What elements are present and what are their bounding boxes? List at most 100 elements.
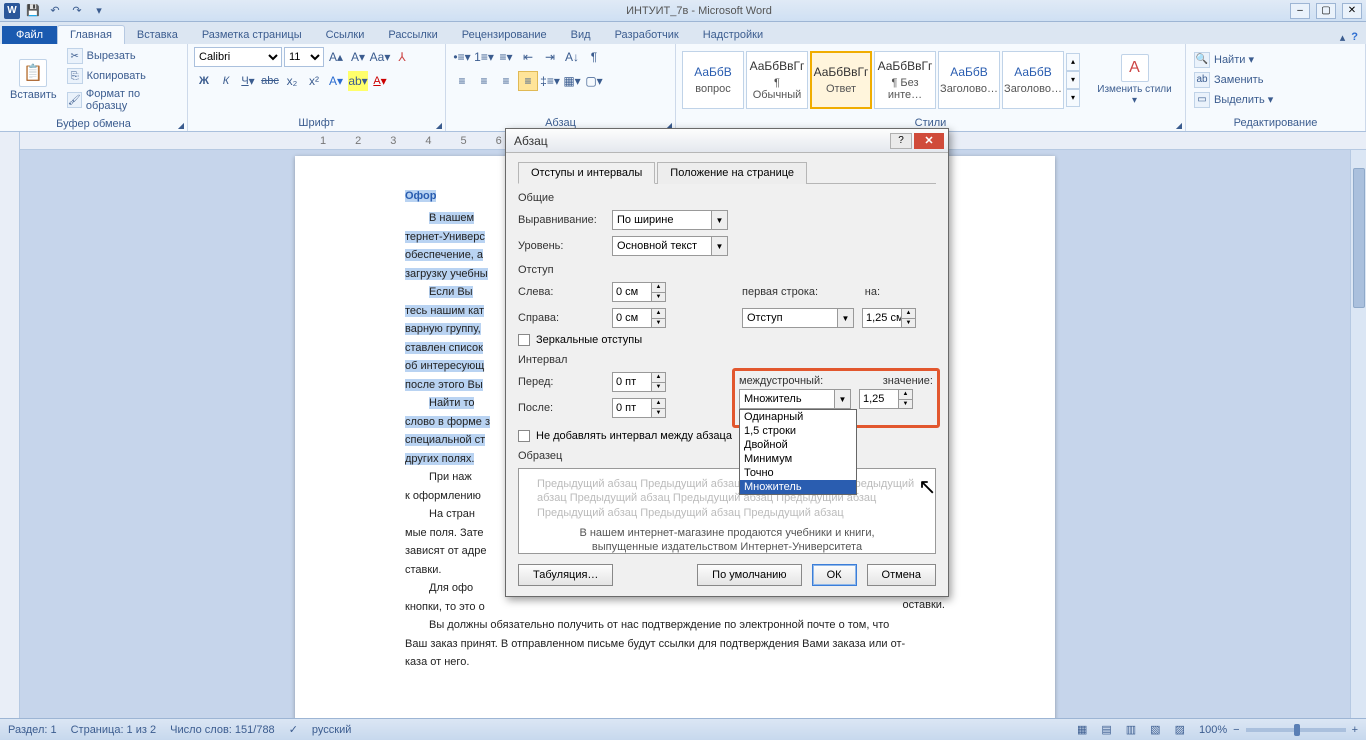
align-right-icon[interactable]: ≡ — [496, 71, 516, 91]
superscript-icon[interactable]: x² — [304, 71, 324, 91]
highlight-icon[interactable]: ab▾ — [348, 71, 368, 91]
dropdown-option[interactable]: Двойной — [740, 438, 856, 452]
style-item[interactable]: АаБбВвГг¶ Обычный — [746, 51, 808, 109]
save-icon[interactable]: 💾 — [24, 2, 42, 20]
change-case-icon[interactable]: Aa▾ — [370, 47, 390, 67]
tabulation-button[interactable]: Табуляция… — [518, 564, 613, 586]
view-read-icon[interactable]: ▤ — [1101, 723, 1111, 736]
default-button[interactable]: По умолчанию — [697, 564, 801, 586]
shrink-font-icon[interactable]: A▾ — [348, 47, 368, 67]
numbering-icon[interactable]: 1≡▾ — [474, 47, 494, 67]
redo-icon[interactable]: ↷ — [68, 2, 86, 20]
font-name-combo[interactable]: Calibri — [194, 47, 282, 67]
underline-icon[interactable]: Ч▾ — [238, 71, 258, 91]
zoom-thumb[interactable] — [1294, 724, 1300, 736]
increase-indent-icon[interactable]: ⇥ — [540, 47, 560, 67]
tab-addins[interactable]: Надстройки — [691, 26, 775, 44]
spin-up-icon[interactable]: ▲ — [899, 390, 912, 400]
spin-down-icon[interactable]: ▼ — [899, 400, 912, 409]
view-print-icon[interactable]: ▦ — [1077, 723, 1087, 736]
format-painter-button[interactable]: 🖌Формат по образцу — [65, 87, 181, 113]
clear-formatting-icon[interactable]: ⅄ — [392, 47, 412, 67]
mirror-indents-check[interactable]: Зеркальные отступы — [518, 334, 936, 346]
spin-down-icon[interactable]: ▼ — [652, 409, 665, 418]
linespacing-combo[interactable]: Множитель▼ — [739, 389, 851, 409]
dialog-help-button[interactable]: ? — [890, 133, 912, 149]
dropdown-option[interactable]: Одинарный — [740, 410, 856, 424]
status-language[interactable]: русский — [312, 724, 351, 736]
dropdown-option[interactable]: Минимум — [740, 452, 856, 466]
maximize-button[interactable]: ▢ — [1316, 3, 1336, 19]
tab-view[interactable]: Вид — [559, 26, 603, 44]
minimize-button[interactable]: – — [1290, 3, 1310, 19]
subscript-icon[interactable]: x₂ — [282, 71, 302, 91]
spin-down-icon[interactable]: ▼ — [652, 319, 665, 328]
spellcheck-icon[interactable]: ✓ — [289, 723, 298, 736]
italic-icon[interactable]: К — [216, 71, 236, 91]
spin-up-icon[interactable]: ▲ — [652, 309, 665, 319]
linespacing-dropdown[interactable]: Одинарный 1,5 строки Двойной Минимум Точ… — [739, 409, 857, 495]
justify-icon[interactable]: ≡ — [518, 71, 538, 91]
spin-up-icon[interactable]: ▲ — [902, 309, 915, 319]
style-item[interactable]: АаБбВЗаголово… — [938, 51, 1000, 109]
view-web-icon[interactable]: ▥ — [1126, 723, 1136, 736]
font-color-icon[interactable]: A▾ — [370, 71, 390, 91]
dropdown-option-selected[interactable]: Множитель — [740, 480, 856, 494]
line-spacing-icon[interactable]: ‡≡▾ — [540, 71, 560, 91]
help-icon[interactable]: ? — [1351, 31, 1358, 44]
scrollbar-thumb[interactable] — [1353, 168, 1365, 308]
styles-scroll[interactable]: ▴▾▾ — [1066, 53, 1080, 107]
spin-down-icon[interactable]: ▼ — [652, 293, 665, 302]
spin-down-icon[interactable]: ▼ — [902, 319, 915, 328]
tab-references[interactable]: Ссылки — [314, 26, 377, 44]
copy-button[interactable]: ⎘Копировать — [65, 67, 181, 85]
dropdown-option[interactable]: Точно — [740, 466, 856, 480]
spin-down-icon[interactable]: ▼ — [652, 383, 665, 392]
close-button[interactable]: ✕ — [1342, 3, 1362, 19]
find-button[interactable]: 🔍Найти ▾ — [1192, 51, 1275, 69]
style-item-selected[interactable]: АаБбВвГгОтвет — [810, 51, 872, 109]
view-outline-icon[interactable]: ▧ — [1150, 723, 1160, 736]
more-icon[interactable]: ▾ — [1066, 89, 1080, 107]
tab-mailings[interactable]: Рассылки — [376, 26, 449, 44]
font-size-combo[interactable]: 11 — [284, 47, 324, 67]
tab-insert[interactable]: Вставка — [125, 26, 190, 44]
value-spin[interactable]: 1,25▲▼ — [859, 389, 913, 409]
sort-icon[interactable]: A↓ — [562, 47, 582, 67]
tab-developer[interactable]: Разработчик — [603, 26, 691, 44]
status-section[interactable]: Раздел: 1 — [8, 724, 57, 736]
borders-icon[interactable]: ▢▾ — [584, 71, 604, 91]
undo-icon[interactable]: ↶ — [46, 2, 64, 20]
dialog-titlebar[interactable]: Абзац ? ✕ — [506, 129, 948, 153]
grow-font-icon[interactable]: A▴ — [326, 47, 346, 67]
down-icon[interactable]: ▾ — [1066, 71, 1080, 89]
after-spin[interactable]: 0 пт▲▼ — [612, 398, 666, 418]
styles-gallery[interactable]: АаБбВвопрос АаБбВвГг¶ Обычный АаБбВвГгОт… — [682, 51, 1080, 109]
replace-button[interactable]: abЗаменить — [1192, 71, 1275, 89]
tab-file[interactable]: Файл — [2, 26, 57, 44]
cancel-button[interactable]: Отмена — [867, 564, 936, 586]
zoom-control[interactable]: 100% − + — [1199, 724, 1358, 736]
ribbon-minimize-icon[interactable]: ▴ — [1340, 31, 1346, 44]
up-icon[interactable]: ▴ — [1066, 53, 1080, 71]
styles-launcher-icon[interactable]: ◢ — [1176, 121, 1182, 130]
tab-layout[interactable]: Разметка страницы — [190, 26, 314, 44]
zoom-slider[interactable] — [1246, 728, 1346, 732]
multilevel-icon[interactable]: ≡▾ — [496, 47, 516, 67]
bullets-icon[interactable]: •≡▾ — [452, 47, 472, 67]
clipboard-launcher-icon[interactable]: ◢ — [178, 121, 184, 130]
bold-icon[interactable]: Ж — [194, 71, 214, 91]
tab-home[interactable]: Главная — [57, 25, 125, 44]
by-spin[interactable]: 1,25 см▲▼ — [862, 308, 916, 328]
vertical-scrollbar[interactable] — [1350, 150, 1366, 718]
tab-review[interactable]: Рецензирование — [450, 26, 559, 44]
shading-icon[interactable]: ▦▾ — [562, 71, 582, 91]
align-combo[interactable]: По ширине▼ — [612, 210, 728, 230]
align-left-icon[interactable]: ≡ — [452, 71, 472, 91]
cut-button[interactable]: ✂Вырезать — [65, 47, 181, 65]
qat-dropdown-icon[interactable]: ▾ — [90, 2, 108, 20]
strike-icon[interactable]: abc — [260, 71, 280, 91]
status-page[interactable]: Страница: 1 из 2 — [71, 724, 157, 736]
tab-indents[interactable]: Отступы и интервалы — [518, 162, 655, 184]
decrease-indent-icon[interactable]: ⇤ — [518, 47, 538, 67]
